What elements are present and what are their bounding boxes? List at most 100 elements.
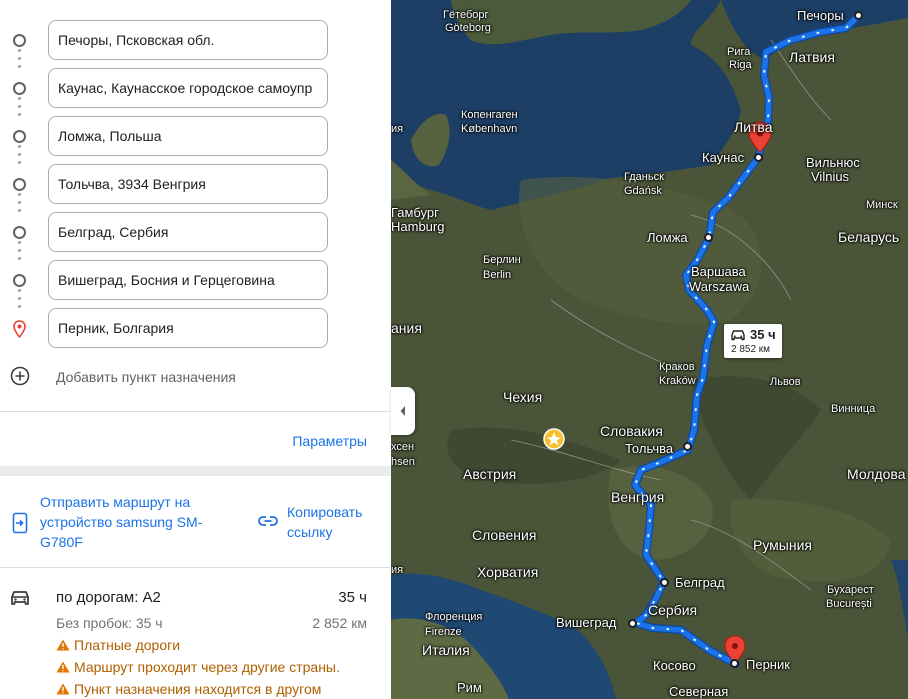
warning-icon (56, 661, 70, 673)
map-label-pechory: Печоры (797, 8, 844, 23)
stop-row: Печоры, Псковская обл. (0, 20, 391, 62)
stop-row: Вишеград, Босния и Герцеговина (0, 260, 391, 302)
map-label-berlin-ru: Берлин (483, 254, 521, 266)
kaunas-dot[interactable] (754, 153, 763, 162)
map-label-vilnius-ru: Вильнюс (806, 155, 860, 170)
map-label-latvia: Латвия (789, 49, 835, 65)
map-label-tolchva: Тольчва (625, 441, 674, 456)
waypoint-circle-icon (13, 82, 26, 95)
map-label-italy: Италия (422, 642, 470, 658)
map-label-serbia: Сербия (648, 602, 698, 618)
map-label-venice-part: ия (391, 564, 404, 576)
map-label-vinnitsa: Винница (831, 403, 876, 415)
map-label-goteborg: Göteborg (445, 22, 491, 34)
map-label-hungary: Венгрия (611, 489, 665, 505)
stop-input-7[interactable]: Перник, Болгария (48, 308, 328, 348)
directions-panel: Печоры, Псковская обл. Каунас, Каунасско… (0, 0, 391, 699)
map-label-pernik: Перник (746, 657, 790, 672)
map-label-warsaw: Warszawa (689, 279, 750, 294)
satellite-map[interactable]: Гётеборг Göteborg Печоры Рига Riga Латви… (391, 0, 908, 699)
warning-destination: Пункт назначения находится в другом (56, 681, 321, 697)
add-destination-label: Добавить пункт назначения (56, 369, 236, 385)
map-label-austria: Австрия (463, 466, 517, 482)
send-route-link[interactable]: Отправить маршрут на устройство samsung … (40, 492, 240, 552)
parameters-link[interactable]: Параметры (292, 433, 367, 449)
map-label-romania: Румыния (753, 537, 813, 553)
map-label-czech: Чехия (503, 389, 543, 405)
warning-text: Платные дороги (74, 637, 181, 653)
visegrad-dot[interactable] (628, 619, 637, 628)
map-label-slovenia: Словения (472, 527, 537, 543)
map-label-lviv: Львов (770, 376, 801, 388)
stop-row: Каунас, Каунасское городское самоупр (0, 68, 391, 110)
map-label-florence: Firenze (425, 626, 462, 638)
map-label-florence-ru: Флоренция (425, 611, 483, 623)
stop-row: Белград, Сербия (0, 212, 391, 254)
stop-input-6[interactable]: Вишеград, Босния и Герцеговина (48, 260, 328, 300)
stop-row: Перник, Болгария (0, 308, 391, 350)
warning-text: Маршрут проходит через другие страны. (74, 659, 340, 675)
route-no-traffic: Без пробок: 35 ч (56, 615, 163, 631)
warning-icon (56, 639, 70, 651)
map-label-belarus: Беларусь (838, 229, 900, 245)
lomzha-dot[interactable] (704, 233, 713, 242)
map-label-saxony: hsen (391, 456, 415, 468)
waypoint-circle-icon (13, 274, 26, 287)
map-label-riga: Riga (729, 59, 752, 71)
map-label-belgrade: Белград (675, 575, 725, 590)
route-duration: 35 ч (338, 589, 367, 606)
stop-input-1[interactable]: Печоры, Псковская обл. (48, 20, 328, 60)
map-label-sweden-part: ия (391, 123, 404, 135)
map-label-warsaw-ru: Варшава (691, 264, 746, 279)
pechory-dot[interactable] (854, 11, 863, 20)
route-duration-callout[interactable]: 35 ч 2 852 км (724, 324, 782, 358)
map-label-saxony-ru: хсен (391, 441, 415, 453)
belgrade-dot[interactable] (660, 578, 669, 587)
destination-pin-icon (13, 320, 26, 338)
map-label-minsk: Минск (866, 199, 898, 211)
map-label-kaunas: Каунас (702, 150, 745, 165)
stop-row: Тольчва, 3934 Венгрия (0, 164, 391, 206)
map-label-berlin: Berlin (483, 269, 512, 281)
map-label-gdansk: Gdańsk (624, 185, 662, 197)
map-label-north: Северная (669, 684, 729, 699)
map-label-krakow-ru: Краков (659, 361, 695, 373)
map-label-kopenhagen-ru: Копенгаген (461, 109, 518, 121)
send-to-phone-icon (12, 512, 28, 534)
section-divider (0, 466, 391, 476)
map-label-bucharest: București (826, 598, 872, 610)
map-label-slovakia: Словакия (600, 423, 663, 439)
map-label-germany-part: ания (391, 320, 422, 336)
map-label-gdansk-ru: Гданьск (624, 171, 664, 183)
callout-distance: 2 852 км (731, 344, 771, 355)
warning-icon (56, 683, 70, 695)
stop-input-3[interactable]: Ломжа, Польша (48, 116, 328, 156)
stop-input-2[interactable]: Каунас, Каунасское городское самоупр (48, 68, 328, 108)
tolchva-dot[interactable] (683, 442, 692, 451)
map-label-rome: Рим (457, 680, 482, 695)
route-name[interactable]: по дорогам: A2 (56, 589, 161, 606)
copy-link-button[interactable]: Копировать ссылку (287, 502, 387, 542)
waypoint-circle-icon (13, 226, 26, 239)
map-label-hamburg: Hamburg (391, 219, 445, 234)
stop-input-4[interactable]: Тольчва, 3934 Венгрия (48, 164, 328, 204)
route-distance: 2 852 км (312, 615, 367, 631)
link-icon (258, 516, 278, 526)
car-icon (731, 330, 745, 341)
warning-tolls: Платные дороги (56, 637, 180, 653)
stop-input-5[interactable]: Белград, Сербия (48, 212, 328, 252)
map-label-kopenhagen: København (461, 123, 518, 135)
map-label-vilnius: Vilnius (811, 169, 850, 184)
callout-time: 35 ч (750, 327, 776, 342)
waypoint-circle-icon (13, 130, 26, 143)
map-label-moldova: Молдова (847, 466, 906, 482)
warning-countries: Маршрут проходит через другие страны. (56, 659, 340, 675)
add-destination-button[interactable]: Добавить пункт назначения (0, 364, 391, 390)
divider (0, 567, 391, 568)
pernik-dot[interactable] (730, 659, 739, 668)
add-circle-icon (10, 366, 30, 386)
map-label-croatia: Хорватия (477, 564, 539, 580)
waypoint-circle-icon (13, 178, 26, 191)
collapse-panel-button[interactable] (391, 387, 415, 435)
map-label-hamburg-ru: Гамбург (391, 205, 439, 220)
